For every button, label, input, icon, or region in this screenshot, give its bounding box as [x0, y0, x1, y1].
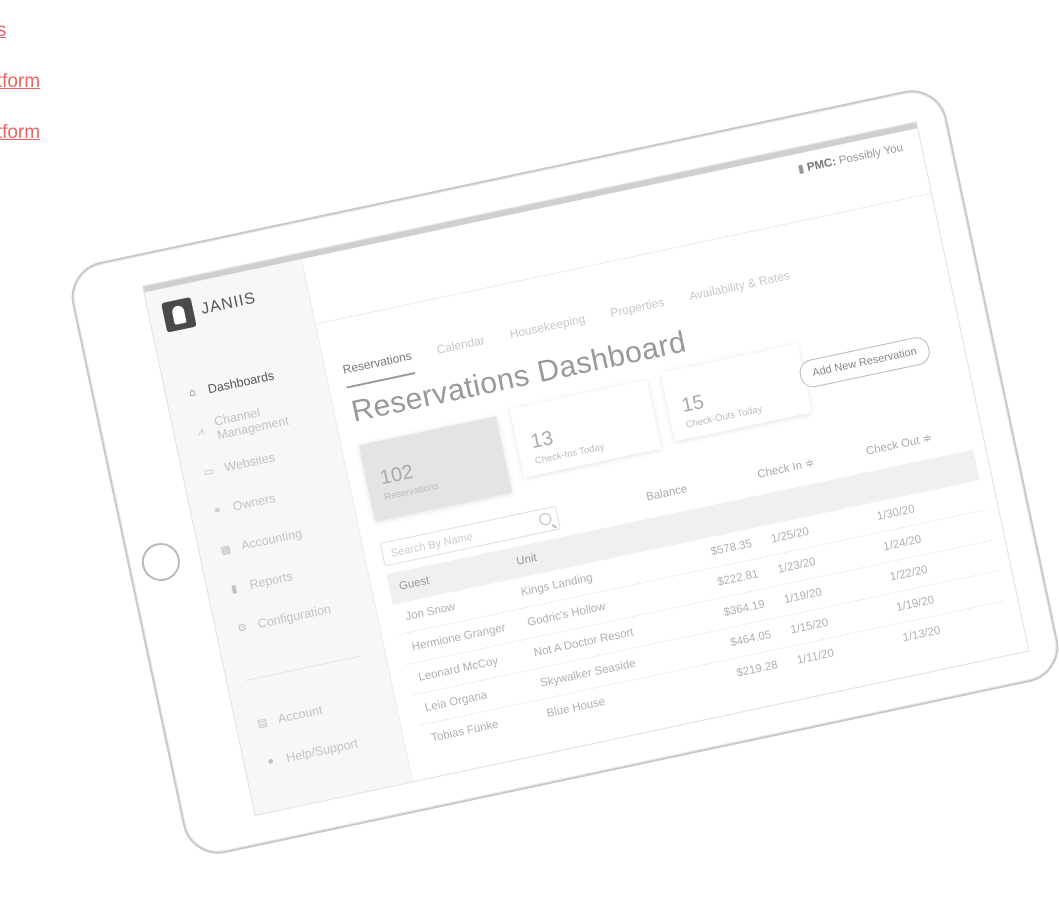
tablet-frame: JANIIS ⌂ Dashboards ⩘ Channel Management… — [64, 83, 1059, 861]
link-2[interactable]: latform — [0, 71, 40, 93]
sidebar-item-label: Reports — [248, 569, 294, 592]
sidebar: JANIIS ⌂ Dashboards ⩘ Channel Management… — [144, 259, 413, 815]
logo-icon — [161, 297, 197, 333]
home-icon: ⌂ — [187, 386, 197, 400]
tab-reservations[interactable]: Reservations — [341, 348, 416, 389]
tab-properties[interactable]: Properties — [609, 295, 668, 332]
side-links: sts latform latform — [0, 20, 40, 173]
sidebar-item-label: Dashboards — [206, 368, 276, 397]
calculator-icon: ▦ — [219, 542, 233, 557]
sidebar-item-label: Account — [276, 702, 324, 726]
link-1[interactable]: sts — [0, 20, 40, 42]
stat-card-reservations[interactable]: 102 Reservations — [358, 416, 513, 522]
logo-text: JANIIS — [199, 289, 258, 318]
help-icon: ● — [266, 754, 276, 769]
tab-calendar[interactable]: Calendar — [435, 333, 488, 369]
gear-icon: ⚙ — [236, 621, 249, 635]
pmc-label: PMC: — [806, 156, 838, 174]
stat-card-check-ins[interactable]: 13 Check-Ins Today — [509, 380, 662, 478]
chart-icon: ⩘ — [196, 424, 205, 438]
monitor-icon: ▭ — [202, 464, 216, 479]
search-placeholder: Search By Name — [389, 530, 474, 560]
add-new-reservation-button[interactable]: Add New Reservation — [796, 334, 933, 390]
sidebar-item-label: Help/Support — [284, 736, 360, 766]
pmc-value: Possibly You — [837, 141, 905, 168]
handshake-icon: ⚭ — [211, 503, 224, 518]
home-button[interactable] — [138, 539, 184, 585]
search-icon — [538, 511, 553, 527]
logo[interactable]: JANIIS — [161, 284, 259, 333]
tab-availability-rates[interactable]: Availability & Rates — [688, 268, 794, 315]
link-3[interactable]: latform — [0, 122, 40, 144]
tablet-screen: JANIIS ⌂ Dashboards ⩘ Channel Management… — [142, 121, 1030, 817]
sidebar-nav: ⌂ Dashboards ⩘ Channel Management ▭ Webs… — [180, 345, 377, 648]
sidebar-item-label: Accounting — [239, 526, 304, 553]
document-icon: ▤ — [256, 715, 269, 730]
sidebar-item-label: Websites — [223, 450, 277, 475]
sidebar-divider — [245, 655, 363, 682]
sidebar-item-label: Owners — [231, 490, 277, 514]
bar-chart-icon: ▮ — [229, 582, 239, 596]
sidebar-item-label: Configuration — [256, 601, 333, 632]
sidebar-bottom-nav: ▤ Account ● Help/Support — [250, 684, 361, 782]
